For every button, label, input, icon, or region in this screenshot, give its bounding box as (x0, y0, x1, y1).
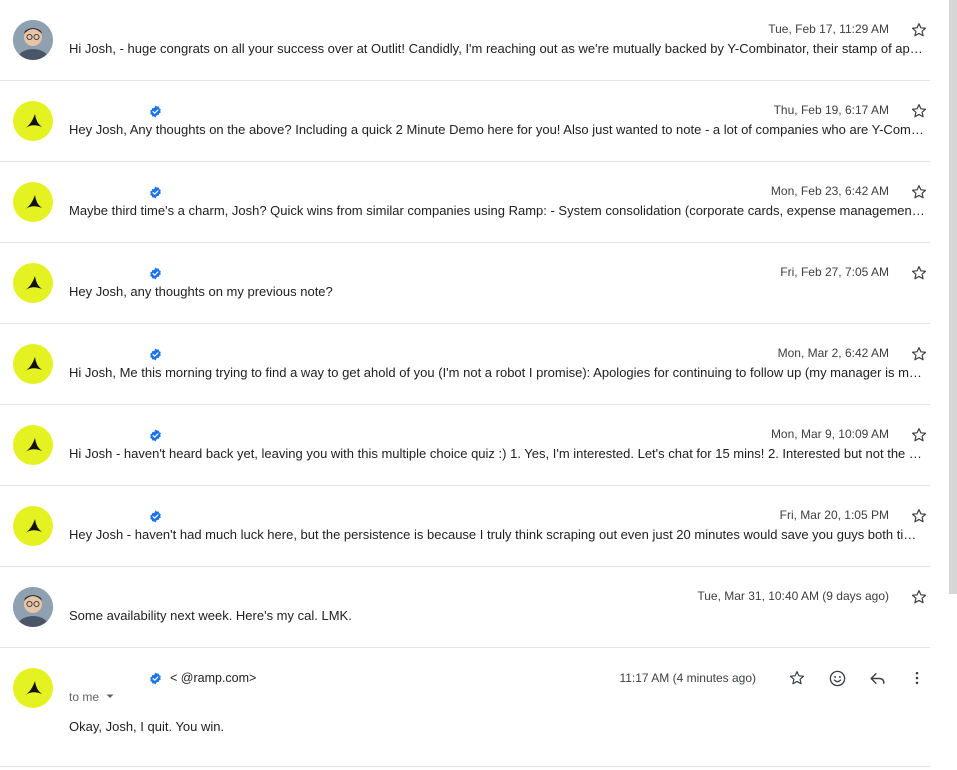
redacted-sender-name (69, 671, 145, 685)
verified-badge-icon (149, 672, 162, 685)
star-icon[interactable] (908, 100, 930, 122)
reply-icon[interactable] (864, 667, 890, 689)
sender-name: < @ramp.com> (69, 670, 256, 686)
star-icon[interactable] (908, 505, 930, 527)
chevron-down-icon (105, 690, 115, 704)
sender-name (69, 265, 162, 281)
star-icon[interactable] (908, 19, 930, 41)
to-label: to me (69, 690, 100, 704)
thread-message-collapsed[interactable]: Fri, Feb 27, 7:05 AM Hey Josh, any thoug… (0, 243, 930, 324)
verified-badge-icon (149, 348, 162, 361)
verified-badge-icon (149, 186, 162, 199)
redacted-sender-name (69, 104, 145, 118)
message-date: Tue, Feb 17, 11:29 AM (768, 22, 889, 36)
sender-name (69, 427, 162, 443)
message-date: Mon, Mar 9, 10:09 AM (770, 427, 889, 441)
sender-name (69, 184, 162, 200)
message-snippet: Hi Josh, - huge congrats on all your suc… (69, 41, 923, 56)
star-icon[interactable] (908, 343, 930, 365)
message-date: Tue, Mar 31, 10:40 AM (9 days ago) (697, 589, 889, 603)
message-snippet: Hey Josh - haven't had much luck here, b… (69, 527, 925, 542)
message-date: Thu, Feb 19, 6:17 AM (773, 103, 889, 117)
verified-badge-icon (149, 105, 162, 118)
emoji-icon[interactable] (824, 667, 850, 689)
star-icon[interactable] (908, 586, 930, 608)
email-thread: Tue, Feb 17, 11:29 AM Hi Josh, - huge co… (0, 0, 930, 767)
thread-message-collapsed[interactable]: Mon, Mar 9, 10:09 AM Hi Josh - haven't h… (0, 405, 930, 486)
message-snippet: Maybe third time's a charm, Josh? Quick … (69, 203, 925, 218)
thread-message-collapsed[interactable]: Mon, Mar 2, 6:42 AM Hi Josh, Me this mor… (0, 324, 930, 405)
message-date: 11:17 AM (4 minutes ago) (619, 671, 756, 685)
scrollbar[interactable] (949, 0, 957, 594)
ramp-logo-avatar (13, 668, 53, 708)
star-icon[interactable] (784, 667, 810, 689)
thread-message-expanded: < @ramp.com> 11:17 AM (4 minutes ago) to… (0, 648, 930, 767)
ramp-logo-avatar (13, 425, 53, 465)
redacted-sender-name (69, 509, 145, 523)
ramp-logo-avatar (13, 263, 53, 303)
sender-name (69, 346, 162, 362)
message-date: Mon, Mar 2, 6:42 AM (777, 346, 889, 360)
message-body: Okay, Josh, I quit. You win. (69, 719, 225, 734)
star-icon[interactable] (908, 181, 930, 203)
thread-message-collapsed[interactable]: Tue, Feb 17, 11:29 AM Hi Josh, - huge co… (0, 0, 930, 81)
recipient-details-toggle[interactable]: to me (69, 690, 115, 704)
message-snippet: Hey Josh, Any thoughts on the above? Inc… (69, 122, 924, 137)
ramp-logo-avatar (13, 344, 53, 384)
message-date: Fri, Feb 27, 7:05 AM (780, 265, 889, 279)
ramp-logo-avatar (13, 182, 53, 222)
message-snippet: Hi Josh, Me this morning trying to find … (69, 365, 922, 380)
verified-badge-icon (149, 510, 162, 523)
message-snippet: Some availability next week. Here's my c… (69, 608, 352, 623)
verified-badge-icon (149, 429, 162, 442)
star-icon[interactable] (908, 424, 930, 446)
message-snippet: Hey Josh, any thoughts on my previous no… (69, 284, 333, 299)
more-vert-icon[interactable] (904, 667, 930, 689)
message-date: Mon, Feb 23, 6:42 AM (770, 184, 889, 198)
star-icon[interactable] (908, 262, 930, 284)
thread-message-collapsed[interactable]: Thu, Feb 19, 6:17 AM Hey Josh, Any thoug… (0, 81, 930, 162)
message-actions: 11:17 AM (4 minutes ago) (619, 667, 930, 689)
redacted-sender-name (69, 428, 145, 442)
sender-name (69, 103, 162, 119)
ramp-logo-avatar (13, 101, 53, 141)
thread-message-collapsed[interactable]: Mon, Feb 23, 6:42 AM Maybe third time's … (0, 162, 930, 243)
ramp-logo-avatar (13, 506, 53, 546)
redacted-sender-name (69, 185, 145, 199)
message-date: Fri, Mar 20, 1:05 PM (779, 508, 889, 522)
verified-badge-icon (149, 267, 162, 280)
thread-message-collapsed[interactable]: Tue, Mar 31, 10:40 AM (9 days ago) Some … (0, 567, 930, 648)
sender-avatar (13, 587, 53, 627)
sender-avatar (13, 20, 53, 60)
thread-message-collapsed[interactable]: Fri, Mar 20, 1:05 PM Hey Josh - haven't … (0, 486, 930, 567)
redacted-sender-name (69, 347, 145, 361)
redacted-sender-name (69, 266, 145, 280)
sender-email: < @ramp.com> (170, 671, 257, 685)
message-snippet: Hi Josh - haven't heard back yet, leavin… (69, 446, 925, 461)
sender-name (69, 508, 162, 524)
